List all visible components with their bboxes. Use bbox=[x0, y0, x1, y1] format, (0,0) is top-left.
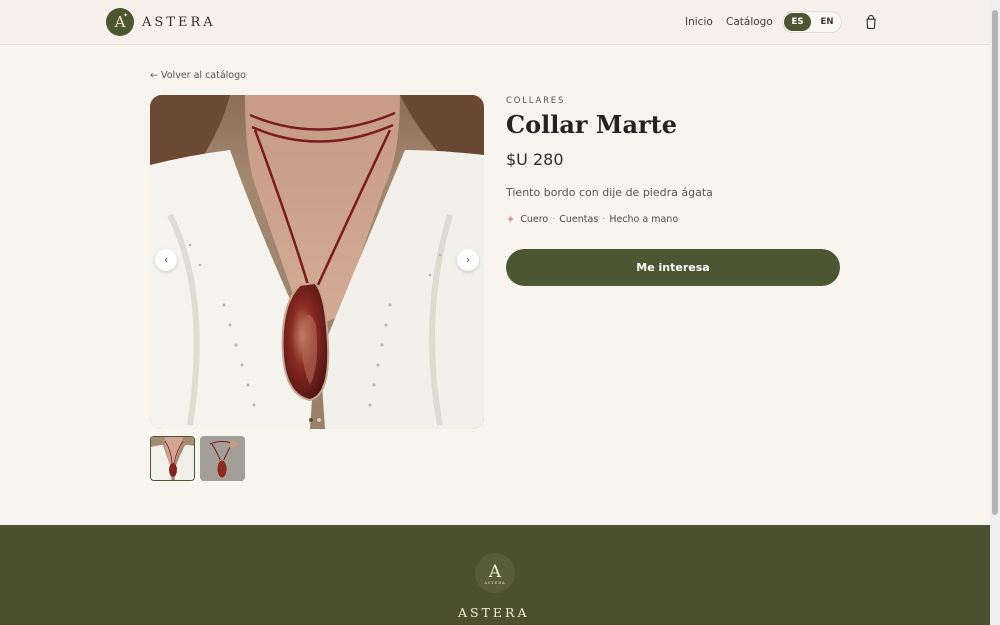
carousel-prev-button[interactable]: ‹ bbox=[155, 249, 177, 271]
necklace-photo bbox=[150, 95, 484, 429]
shopping-bag-icon[interactable] bbox=[865, 15, 877, 29]
product-price: $U 280 bbox=[506, 150, 564, 169]
tag-item: Cuero bbox=[520, 214, 549, 225]
lang-es-button[interactable]: ES bbox=[784, 13, 811, 31]
lang-en-button[interactable]: EN bbox=[814, 13, 840, 31]
me-interesa-button[interactable]: Me interesa bbox=[506, 249, 840, 286]
scrollbar-thumb[interactable] bbox=[992, 10, 998, 515]
carousel-dot-2[interactable] bbox=[317, 418, 321, 422]
sparkle-icon: ✦ bbox=[506, 213, 516, 226]
thumbnail-1-image bbox=[151, 437, 194, 480]
product-tags: ✦ Cuero · Cuentas · Hecho a mano bbox=[506, 213, 678, 226]
nav-inicio[interactable]: Inicio bbox=[685, 16, 713, 28]
product-main-image bbox=[150, 95, 484, 429]
tag-separator: · bbox=[552, 214, 556, 225]
thumbnail-2[interactable] bbox=[200, 436, 245, 481]
page-scrollbar[interactable] bbox=[990, 0, 1000, 625]
nav-catalogo[interactable]: Catálogo bbox=[726, 16, 773, 28]
thumbnail-2-image bbox=[200, 436, 245, 481]
thumbnail-1[interactable] bbox=[150, 436, 195, 481]
brand-logo[interactable]: A ✦ ASTERA bbox=[106, 8, 216, 36]
language-toggle: ES EN bbox=[782, 11, 842, 33]
tag-separator: · bbox=[602, 214, 606, 225]
site-header: A ✦ ASTERA Inicio Catálogo ES EN bbox=[0, 0, 990, 45]
brand-name: ASTERA bbox=[142, 14, 216, 30]
carousel-dots bbox=[309, 418, 321, 422]
tag-item: Hecho a mano bbox=[609, 214, 679, 225]
logo-icon: A ✦ bbox=[106, 8, 134, 36]
product-title: Collar Marte bbox=[506, 110, 678, 139]
product-category: COLLARES bbox=[506, 96, 566, 106]
footer-brand-name: ASTERA bbox=[458, 605, 530, 620]
carousel-next-button[interactable]: › bbox=[457, 249, 479, 271]
back-to-catalog-link[interactable]: ← Volver al catálogo bbox=[150, 70, 246, 81]
product-description: Tiento bordo con dije de piedra ágata bbox=[506, 186, 713, 199]
carousel-dot-1[interactable] bbox=[309, 418, 313, 422]
footer-logo-icon[interactable]: A ASTERA bbox=[475, 553, 515, 593]
tag-item: Cuentas bbox=[559, 214, 599, 225]
